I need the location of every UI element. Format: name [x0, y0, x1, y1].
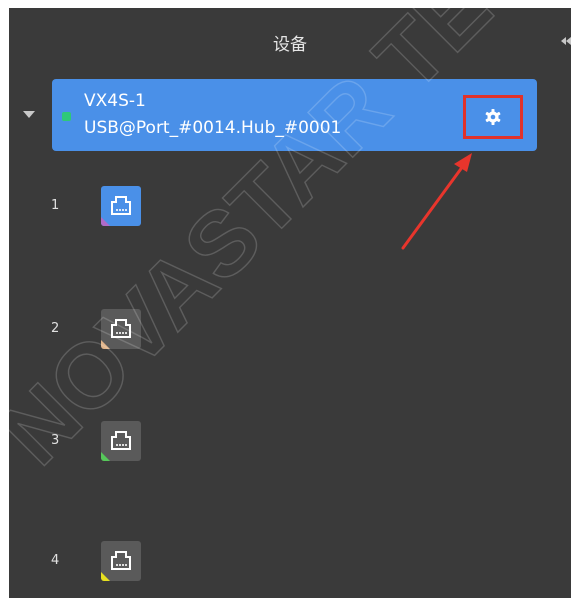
port-row-2: 2 — [51, 309, 151, 349]
port-number: 4 — [51, 553, 60, 568]
port-row-4: 4 — [51, 541, 151, 581]
ethernet-port-icon[interactable] — [101, 541, 141, 581]
ethernet-port-icon[interactable] — [101, 309, 141, 349]
device-card[interactable]: VX4S-1 USB@Port_#0014.Hub_#0001 — [52, 79, 537, 151]
ethernet-port-icon[interactable] — [101, 421, 141, 461]
collapse-panel-icon[interactable] — [561, 34, 571, 48]
port-row-3: 3 — [51, 421, 151, 461]
panel-title: 设备 — [273, 35, 307, 55]
device-name: VX4S-1 — [84, 91, 146, 111]
port-color-marker — [101, 340, 110, 349]
status-indicator — [62, 112, 71, 121]
port-number: 3 — [51, 433, 60, 448]
ethernet-port-icon[interactable] — [101, 186, 141, 226]
port-color-marker — [101, 217, 110, 226]
settings-button[interactable] — [463, 95, 523, 139]
gear-icon — [485, 109, 501, 125]
port-number: 2 — [51, 321, 60, 336]
port-color-marker — [101, 452, 110, 461]
port-number: 1 — [51, 198, 60, 213]
expand-arrow-icon[interactable] — [23, 111, 35, 118]
device-port: USB@Port_#0014.Hub_#0001 — [84, 118, 342, 138]
port-row-1: 1 — [51, 186, 151, 226]
devices-panel: 设备 VX4S-1 USB@Port_#0014.Hub_#0001 1 2 3… — [9, 8, 571, 598]
port-color-marker — [101, 572, 110, 581]
